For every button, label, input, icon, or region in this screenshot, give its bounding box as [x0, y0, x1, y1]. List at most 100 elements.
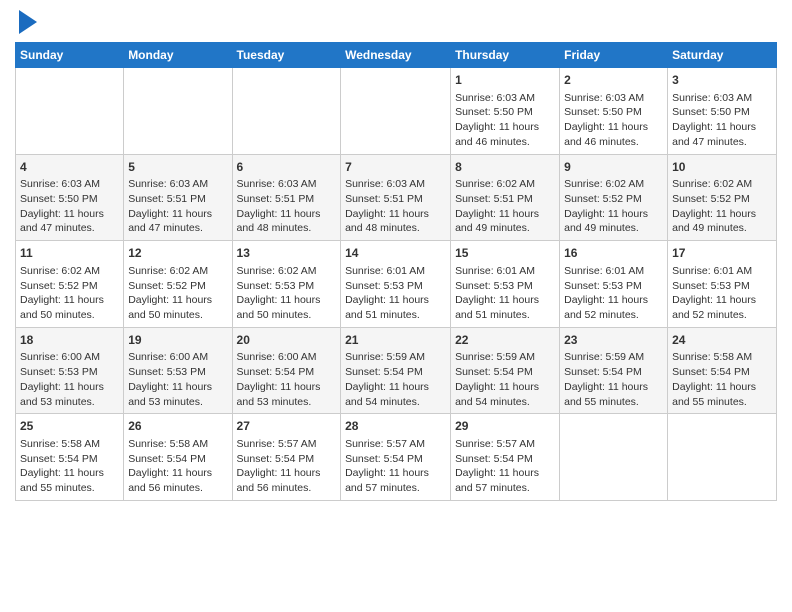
weekday-header-friday: Friday [560, 43, 668, 68]
day-info: Sunrise: 6:00 AM Sunset: 5:53 PM Dayligh… [128, 350, 227, 409]
calendar-cell: 6Sunrise: 6:03 AM Sunset: 5:51 PM Daylig… [232, 154, 341, 241]
day-info: Sunrise: 6:02 AM Sunset: 5:51 PM Dayligh… [455, 177, 555, 236]
calendar-cell: 16 Sunrise: 6:01 AM Sunset: 5:53 PM Dayli… [560, 241, 668, 328]
calendar-cell: 9Sunrise: 6:02 AM Sunset: 5:52 PM Daylig… [560, 154, 668, 241]
day-info: Sunrise: 5:57 AM Sunset: 5:54 PM Dayligh… [345, 437, 446, 496]
calendar-cell: 14 Sunrise: 6:01 AM Sunset: 5:53 PM Dayli… [341, 241, 451, 328]
calendar-cell: 7Sunrise: 6:03 AM Sunset: 5:51 PM Daylig… [341, 154, 451, 241]
calendar-cell: 13 Sunrise: 6:02 AM Sunset: 5:53 PM Dayli… [232, 241, 341, 328]
day-number: 8 [455, 159, 555, 176]
day-number: 25 [20, 418, 119, 435]
day-info: Sunrise: 6:02 AM Sunset: 5:52 PM Dayligh… [128, 264, 227, 323]
day-info: Sunrise: 6:00 AM Sunset: 5:53 PM Dayligh… [20, 350, 119, 409]
day-number: 9 [564, 159, 663, 176]
calendar-cell: 21Sunrise: 5:59 AM Sunset: 5:54 PM Dayli… [341, 327, 451, 414]
calendar-cell: 25 Sunrise: 5:58 AM Sunset: 5:54 PM Dayli… [16, 414, 124, 501]
calendar-cell: 18Sunrise: 6:00 AM Sunset: 5:53 PM Dayli… [16, 327, 124, 414]
calendar-cell: 19Sunrise: 6:00 AM Sunset: 5:53 PM Dayli… [124, 327, 232, 414]
calendar-cell [668, 414, 777, 501]
calendar-cell: 28 Sunrise: 5:57 AM Sunset: 5:54 PM Dayli… [341, 414, 451, 501]
weekday-header-saturday: Saturday [668, 43, 777, 68]
day-info: Sunrise: 6:02 AM Sunset: 5:52 PM Dayligh… [20, 264, 119, 323]
day-number: 4 [20, 159, 119, 176]
day-info: Sunrise: 6:01 AM Sunset: 5:53 PM Dayligh… [455, 264, 555, 323]
day-info: Sunrise: 6:03 AM Sunset: 5:51 PM Dayligh… [237, 177, 337, 236]
day-number: 16 [564, 245, 663, 262]
day-info: Sunrise: 5:58 AM Sunset: 5:54 PM Dayligh… [128, 437, 227, 496]
day-number: 29 [455, 418, 555, 435]
day-info: Sunrise: 6:02 AM Sunset: 5:52 PM Dayligh… [672, 177, 772, 236]
calendar-cell [232, 68, 341, 155]
day-info: Sunrise: 5:58 AM Sunset: 5:54 PM Dayligh… [672, 350, 772, 409]
day-number: 23 [564, 332, 663, 349]
day-info: Sunrise: 6:01 AM Sunset: 5:53 PM Dayligh… [564, 264, 663, 323]
day-number: 1 [455, 72, 555, 89]
day-number: 15 [455, 245, 555, 262]
day-number: 24 [672, 332, 772, 349]
day-number: 7 [345, 159, 446, 176]
calendar-cell: 12 Sunrise: 6:02 AM Sunset: 5:52 PM Dayli… [124, 241, 232, 328]
day-info: Sunrise: 5:57 AM Sunset: 5:54 PM Dayligh… [455, 437, 555, 496]
day-number: 22 [455, 332, 555, 349]
day-number: 6 [237, 159, 337, 176]
day-number: 18 [20, 332, 119, 349]
day-number: 17 [672, 245, 772, 262]
day-info: Sunrise: 5:59 AM Sunset: 5:54 PM Dayligh… [455, 350, 555, 409]
calendar-cell: 29 Sunrise: 5:57 AM Sunset: 5:54 PM Dayli… [451, 414, 560, 501]
header [15, 10, 777, 34]
day-number: 28 [345, 418, 446, 435]
day-info: Sunrise: 6:02 AM Sunset: 5:53 PM Dayligh… [237, 264, 337, 323]
calendar-cell: 10Sunrise: 6:02 AM Sunset: 5:52 PM Dayli… [668, 154, 777, 241]
calendar-cell: 27Sunrise: 5:57 AM Sunset: 5:54 PM Dayli… [232, 414, 341, 501]
calendar-cell: 22Sunrise: 5:59 AM Sunset: 5:54 PM Dayli… [451, 327, 560, 414]
day-info: Sunrise: 6:01 AM Sunset: 5:53 PM Dayligh… [345, 264, 446, 323]
calendar-cell: 23Sunrise: 5:59 AM Sunset: 5:54 PM Dayli… [560, 327, 668, 414]
day-info: Sunrise: 6:03 AM Sunset: 5:50 PM Dayligh… [672, 91, 772, 150]
weekday-header-tuesday: Tuesday [232, 43, 341, 68]
day-number: 11 [20, 245, 119, 262]
day-number: 19 [128, 332, 227, 349]
day-number: 14 [345, 245, 446, 262]
calendar-cell: 26 Sunrise: 5:58 AM Sunset: 5:54 PM Dayli… [124, 414, 232, 501]
day-info: Sunrise: 6:01 AM Sunset: 5:53 PM Dayligh… [672, 264, 772, 323]
calendar-cell: 2 Sunrise: 6:03 AM Sunset: 5:50 PM Daylig… [560, 68, 668, 155]
day-info: Sunrise: 6:03 AM Sunset: 5:50 PM Dayligh… [564, 91, 663, 150]
day-info: Sunrise: 6:03 AM Sunset: 5:51 PM Dayligh… [128, 177, 227, 236]
day-number: 2 [564, 72, 663, 89]
calendar-cell [16, 68, 124, 155]
weekday-header-monday: Monday [124, 43, 232, 68]
day-info: Sunrise: 5:59 AM Sunset: 5:54 PM Dayligh… [564, 350, 663, 409]
day-number: 13 [237, 245, 337, 262]
day-info: Sunrise: 5:58 AM Sunset: 5:54 PM Dayligh… [20, 437, 119, 496]
calendar-cell: 8Sunrise: 6:02 AM Sunset: 5:51 PM Daylig… [451, 154, 560, 241]
calendar-cell [341, 68, 451, 155]
calendar-cell: 5Sunrise: 6:03 AM Sunset: 5:51 PM Daylig… [124, 154, 232, 241]
calendar-cell: 11 Sunrise: 6:02 AM Sunset: 5:52 PM Dayli… [16, 241, 124, 328]
day-info: Sunrise: 5:59 AM Sunset: 5:54 PM Dayligh… [345, 350, 446, 409]
calendar-cell: 3 Sunrise: 6:03 AM Sunset: 5:50 PM Daylig… [668, 68, 777, 155]
day-info: Sunrise: 6:03 AM Sunset: 5:51 PM Dayligh… [345, 177, 446, 236]
calendar-cell: 17 Sunrise: 6:01 AM Sunset: 5:53 PM Dayli… [668, 241, 777, 328]
weekday-header-sunday: Sunday [16, 43, 124, 68]
logo [15, 10, 37, 34]
day-number: 10 [672, 159, 772, 176]
day-number: 20 [237, 332, 337, 349]
day-info: Sunrise: 6:03 AM Sunset: 5:50 PM Dayligh… [20, 177, 119, 236]
weekday-header-wednesday: Wednesday [341, 43, 451, 68]
day-number: 12 [128, 245, 227, 262]
day-number: 21 [345, 332, 446, 349]
calendar-cell: 1 Sunrise: 6:03 AM Sunset: 5:50 PM Daylig… [451, 68, 560, 155]
day-info: Sunrise: 6:03 AM Sunset: 5:50 PM Dayligh… [455, 91, 555, 150]
calendar-cell: 15 Sunrise: 6:01 AM Sunset: 5:53 PM Dayli… [451, 241, 560, 328]
calendar-cell: 20Sunrise: 6:00 AM Sunset: 5:54 PM Dayli… [232, 327, 341, 414]
day-info: Sunrise: 6:02 AM Sunset: 5:52 PM Dayligh… [564, 177, 663, 236]
calendar-cell: 24Sunrise: 5:58 AM Sunset: 5:54 PM Dayli… [668, 327, 777, 414]
day-number: 26 [128, 418, 227, 435]
weekday-header-thursday: Thursday [451, 43, 560, 68]
day-number: 3 [672, 72, 772, 89]
day-number: 5 [128, 159, 227, 176]
day-info: Sunrise: 5:57 AM Sunset: 5:54 PM Dayligh… [237, 437, 337, 496]
logo-arrow-icon [19, 10, 37, 34]
calendar-table: SundayMondayTuesdayWednesdayThursdayFrid… [15, 42, 777, 501]
day-info: Sunrise: 6:00 AM Sunset: 5:54 PM Dayligh… [237, 350, 337, 409]
